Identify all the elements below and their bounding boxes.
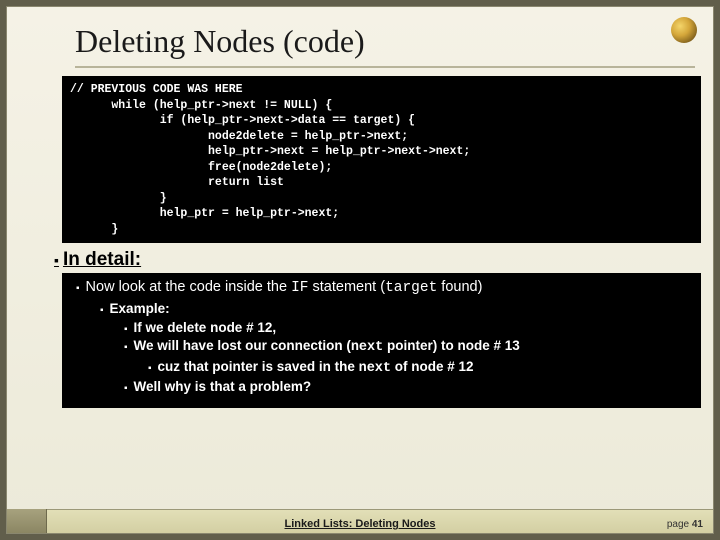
- code-inline: next: [359, 361, 391, 376]
- text: of node # 12: [391, 359, 474, 374]
- code-line: help_ptr->next = help_ptr->next->next;: [70, 145, 470, 158]
- code-line: node2delete = help_ptr->next;: [70, 130, 408, 143]
- explanation-main: Now look at the code inside the IF state…: [72, 278, 691, 298]
- text: Now look at the code inside the: [86, 279, 292, 295]
- code-line: if (help_ptr->next->data == target) {: [70, 114, 415, 127]
- text: cuz that pointer is saved in the: [158, 359, 359, 374]
- footer-title: Linked Lists: Deleting Nodes: [7, 518, 713, 530]
- example-why: Well why is that a problem?: [72, 377, 691, 396]
- code-line: // PREVIOUS CODE WAS HERE: [70, 83, 243, 96]
- title-underline: [75, 66, 695, 68]
- code-line: help_ptr = help_ptr->next;: [70, 207, 339, 220]
- page-number: page 41: [667, 519, 703, 530]
- code-inline: target: [385, 280, 437, 296]
- page-number-value: 41: [692, 519, 703, 530]
- code-line: free(node2delete);: [70, 161, 332, 174]
- code-line: }: [70, 223, 118, 236]
- example-ifdelete: If we delete node # 12,: [72, 318, 691, 337]
- example-label: Example:: [72, 298, 691, 318]
- slide: Deleting Nodes (code) // PREVIOUS CODE W…: [6, 6, 714, 534]
- code-line: }: [70, 192, 167, 205]
- example-cuz: cuz that pointer is saved in the next of…: [72, 357, 691, 378]
- example-lost: We will have lost our connection (next p…: [72, 336, 691, 357]
- code-line: while (help_ptr->next != NULL) {: [70, 99, 332, 112]
- detail-heading-text: In detail:: [63, 249, 141, 270]
- text: statement (: [309, 279, 386, 295]
- code-block: // PREVIOUS CODE WAS HERE while (help_pt…: [62, 76, 701, 243]
- slide-title: Deleting Nodes (code): [7, 7, 713, 66]
- code-line: return list: [70, 176, 284, 189]
- text: found): [437, 279, 482, 295]
- page-label: page: [667, 519, 692, 530]
- explanation-box: Now look at the code inside the IF state…: [62, 273, 701, 408]
- code-inline: IF: [291, 280, 308, 296]
- text: pointer) to node # 13: [383, 338, 520, 353]
- logo-icon: [671, 17, 697, 43]
- text: We will have lost our connection (: [134, 338, 351, 353]
- detail-heading: In detail:: [7, 243, 713, 271]
- code-inline: next: [351, 340, 383, 355]
